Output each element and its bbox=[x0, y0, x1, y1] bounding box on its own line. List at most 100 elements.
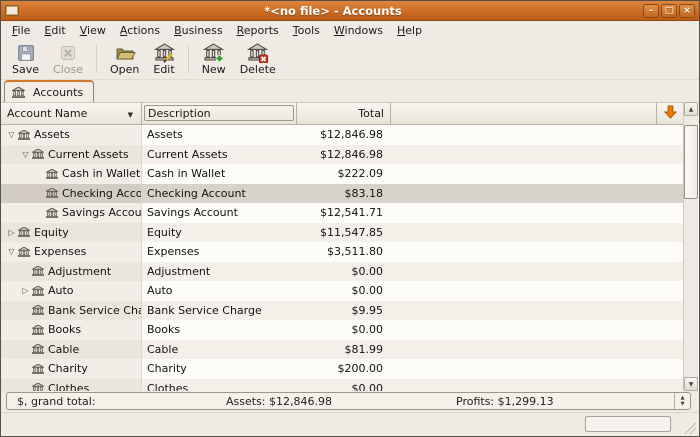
row-filler bbox=[391, 223, 684, 243]
table-row[interactable]: Adjustment Adjustment $0.00 bbox=[1, 261, 684, 282]
account-total-cell[interactable]: $0.00 bbox=[297, 262, 391, 282]
scroll-up-button[interactable]: ▲ bbox=[684, 102, 698, 116]
account-total-cell[interactable]: $0.00 bbox=[297, 379, 391, 391]
summary-spinner[interactable]: ▲ ▼ bbox=[674, 393, 690, 409]
expander-closed-icon[interactable]: ▷ bbox=[5, 228, 18, 237]
account-name-cell[interactable]: Charity bbox=[1, 359, 142, 379]
menu-help[interactable]: Help bbox=[390, 22, 429, 39]
account-total-cell[interactable]: $81.99 bbox=[297, 340, 391, 360]
edit-button[interactable]: Edit bbox=[146, 41, 181, 77]
scroll-down-button[interactable]: ▼ bbox=[684, 377, 698, 391]
column-options-button[interactable] bbox=[656, 102, 684, 125]
account-name-cell[interactable]: ▷ Equity bbox=[1, 222, 142, 242]
table-row[interactable]: ▷ Auto Auto $0.00 bbox=[1, 281, 684, 301]
table-row[interactable]: ▽ Current Assets Current Assets $12,846.98 bbox=[1, 144, 684, 165]
account-total-cell[interactable]: $12,846.98 bbox=[297, 125, 391, 145]
account-name-cell[interactable]: ▽ Expenses bbox=[1, 242, 142, 262]
table-row[interactable]: ▽ Expenses Expenses $3,511.80 bbox=[1, 242, 684, 262]
expander-open-icon[interactable]: ▽ bbox=[5, 130, 18, 139]
account-name-cell[interactable]: Cash in Wallet bbox=[1, 164, 142, 184]
table-row[interactable]: ▽ Assets Assets $12,846.98 bbox=[1, 125, 684, 145]
account-name-cell[interactable]: Savings Account bbox=[1, 203, 142, 223]
account-description-cell[interactable]: Checking Account bbox=[142, 184, 297, 204]
save-button[interactable]: Save bbox=[5, 41, 46, 77]
account-description-cell[interactable]: Current Assets bbox=[142, 145, 297, 165]
table-row[interactable]: Cash in Wallet Cash in Wallet $222.09 bbox=[1, 164, 684, 184]
menu-tools[interactable]: Tools bbox=[286, 22, 327, 39]
maximize-button[interactable]: □ bbox=[661, 3, 677, 18]
open-button[interactable]: Open bbox=[103, 41, 146, 77]
table-row[interactable]: Checking AccountChecking Account$83.18 bbox=[1, 183, 684, 204]
menu-actions[interactable]: Actions bbox=[113, 22, 167, 39]
delete-button[interactable]: Delete bbox=[233, 41, 283, 77]
account-total-cell[interactable]: $83.18 bbox=[297, 184, 391, 204]
table-row[interactable]: Charity Charity $200.00 bbox=[1, 359, 684, 379]
vertical-scrollbar[interactable]: ▲ ▼ bbox=[683, 102, 698, 391]
column-header-account-name[interactable]: Account Name ▼ bbox=[1, 102, 142, 125]
expander-closed-icon[interactable]: ▷ bbox=[19, 286, 32, 295]
column-header-total[interactable]: Total bbox=[297, 102, 391, 125]
menu-reports[interactable]: Reports bbox=[230, 22, 286, 39]
account-description-cell[interactable]: Auto bbox=[142, 281, 297, 301]
account-description-cell[interactable]: Assets bbox=[142, 125, 297, 145]
save-icon bbox=[16, 42, 36, 63]
account-total-cell[interactable]: $3,511.80 bbox=[297, 242, 391, 262]
bank-icon bbox=[32, 266, 48, 277]
account-name-cell[interactable]: Cable bbox=[1, 339, 142, 359]
spinner-down-icon[interactable]: ▼ bbox=[681, 401, 685, 407]
menu-edit[interactable]: Edit bbox=[37, 22, 72, 39]
account-total-cell[interactable]: $12,846.98 bbox=[297, 145, 391, 165]
table-row[interactable]: ▷ Equity Equity $11,547.85 bbox=[1, 222, 684, 243]
account-name-cell[interactable]: Bank Service Charge bbox=[1, 300, 142, 320]
menu-business[interactable]: Business bbox=[167, 22, 230, 39]
table-row[interactable]: Savings AccountSavings Account$12,541.71 bbox=[1, 203, 684, 223]
account-description-cell[interactable]: Bank Service Charge bbox=[142, 301, 297, 321]
account-name-cell[interactable]: ▽ Assets bbox=[1, 125, 142, 145]
menu-windows[interactable]: Windows bbox=[327, 22, 390, 39]
table-row[interactable]: Clothes Clothes $0.00 bbox=[1, 378, 684, 391]
table-row[interactable]: Cable Cable $81.99 bbox=[1, 339, 684, 360]
new-button[interactable]: New bbox=[195, 41, 233, 77]
account-description-cell[interactable]: Adjustment bbox=[142, 262, 297, 282]
table-row[interactable]: Bank Service ChargeBank Service Charge$9… bbox=[1, 300, 684, 321]
expander-open-icon[interactable]: ▽ bbox=[5, 247, 18, 256]
account-name-text: Equity bbox=[34, 225, 69, 239]
account-total-cell[interactable]: $11,547.85 bbox=[297, 223, 391, 243]
account-name-text: Bank Service Charge bbox=[48, 303, 141, 317]
account-name-cell[interactable]: ▽ Current Assets bbox=[1, 144, 142, 164]
account-description-cell[interactable]: Charity bbox=[142, 359, 297, 379]
account-description-cell[interactable]: Savings Account bbox=[142, 203, 297, 223]
account-name-cell[interactable]: ▷ Auto bbox=[1, 281, 142, 301]
account-total-cell[interactable]: $0.00 bbox=[297, 320, 391, 340]
window-menu-icon[interactable] bbox=[5, 5, 19, 16]
account-name-cell[interactable]: Adjustment bbox=[1, 261, 142, 281]
scrollbar-thumb[interactable] bbox=[684, 125, 698, 199]
account-description-cell[interactable]: Books bbox=[142, 320, 297, 340]
account-total-cell[interactable]: $9.95 bbox=[297, 301, 391, 321]
close-icon bbox=[58, 42, 78, 63]
table-row[interactable]: Books Books $0.00 bbox=[1, 320, 684, 340]
account-name-cell[interactable]: Clothes bbox=[1, 378, 142, 391]
resize-grip[interactable] bbox=[684, 422, 696, 434]
account-description-cell[interactable]: Expenses bbox=[142, 242, 297, 262]
account-description-cell[interactable]: Clothes bbox=[142, 379, 297, 391]
expander-open-icon[interactable]: ▽ bbox=[19, 150, 32, 159]
account-name-cell[interactable]: Books bbox=[1, 320, 142, 340]
menu-file[interactable]: File bbox=[5, 22, 37, 39]
title-bar[interactable]: *<no file> - Accounts – □ × bbox=[1, 1, 699, 21]
account-description-cell[interactable]: Cash in Wallet bbox=[142, 164, 297, 184]
column-header-description[interactable]: Description bbox=[142, 102, 297, 125]
account-total-cell[interactable]: $12,541.71 bbox=[297, 203, 391, 223]
bank-icon bbox=[32, 285, 48, 296]
close-button[interactable]: × bbox=[679, 3, 695, 18]
account-total-cell[interactable]: $222.09 bbox=[297, 164, 391, 184]
row-filler bbox=[391, 340, 684, 360]
account-total-cell[interactable]: $0.00 bbox=[297, 281, 391, 301]
account-total-cell[interactable]: $200.00 bbox=[297, 359, 391, 379]
account-description-cell[interactable]: Cable bbox=[142, 340, 297, 360]
minimize-button[interactable]: – bbox=[643, 3, 659, 18]
account-description-cell[interactable]: Equity bbox=[142, 223, 297, 243]
tab-accounts[interactable]: Accounts bbox=[4, 80, 95, 102]
menu-view[interactable]: View bbox=[73, 22, 113, 39]
account-name-cell[interactable]: Checking Account bbox=[1, 183, 142, 203]
